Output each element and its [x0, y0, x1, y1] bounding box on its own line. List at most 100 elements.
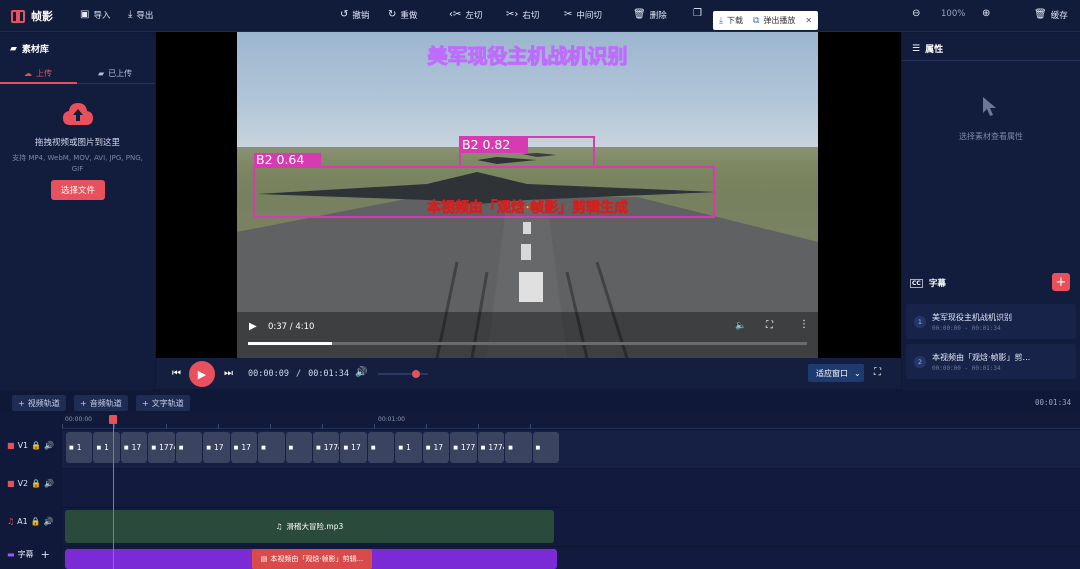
video-clip-label: 17	[351, 443, 361, 452]
video-camera-icon: ■	[7, 440, 15, 450]
fullscreen-icon[interactable]: ⛶	[874, 367, 881, 378]
video-clip-icon: ■	[288, 444, 294, 451]
copy-icon: ❐	[693, 8, 702, 19]
music-note-icon: ♫	[275, 522, 283, 531]
add-text-track-button[interactable]: + 文字轨道	[136, 395, 190, 411]
video-clip[interactable]: ■ 177	[450, 432, 477, 463]
track-v2[interactable]	[62, 469, 1080, 507]
native-progress-track[interactable]	[248, 342, 807, 345]
video-clip-icon: ■	[69, 444, 74, 451]
cut-right-button[interactable]: ✂› 右切	[506, 9, 539, 22]
track-v1[interactable]: ■1■1■17■1774■■17■17■■■1774679■17■■1■17■1…	[62, 430, 1080, 468]
fit-select[interactable]: 适应窗口 ⌄	[808, 364, 864, 382]
volume-knob[interactable]	[411, 370, 420, 378]
timeline-duration: 00:01:34	[1035, 398, 1072, 407]
properties-title: ☰ 属性	[912, 43, 944, 56]
subtitle-clip[interactable]: ▤ 本视频由「观焓·帧影」剪辑...	[252, 549, 372, 569]
lock-icon[interactable]: 🔒	[31, 479, 41, 488]
video-clip[interactable]: ■	[258, 432, 285, 463]
play-button[interactable]: ▶	[189, 361, 215, 387]
tab-upload[interactable]: ☁ 上传	[24, 68, 52, 79]
import-button[interactable]: ▣ 导入	[80, 9, 110, 22]
video-clip[interactable]: ■ 1	[93, 432, 120, 463]
close-icon[interactable]: ✕	[805, 16, 812, 25]
export-button[interactable]: ⤓ 导出	[128, 9, 153, 22]
subtitle-text: 美军现役主机战机识别	[932, 313, 1012, 322]
native-more-icon[interactable]: ⋮	[799, 319, 809, 330]
skip-forward-icon[interactable]: ⏭	[224, 368, 233, 379]
zoom-out-icon: ⊖	[912, 8, 921, 19]
track-subtitle[interactable]: ▤ 本视频由「观焓·帧影」剪辑...	[62, 547, 1080, 569]
select-file-button[interactable]: 选择文件	[51, 180, 105, 200]
add-subtitle-track-icon[interactable]: +	[41, 548, 50, 561]
native-play-icon[interactable]: ▶	[249, 321, 257, 332]
video-clip[interactable]: ■ 17	[203, 432, 230, 463]
video-clip[interactable]: ■	[505, 432, 532, 463]
supported-formats: 支持 MP4, WebM, MOV, AVI, JPG, PNG, GIF	[12, 154, 143, 173]
copy-button[interactable]: ❐	[693, 9, 702, 19]
volume-icon[interactable]: 🔊	[44, 441, 54, 450]
ruler-ticks	[62, 424, 542, 429]
redo-button[interactable]: ↻ 重做	[388, 9, 417, 22]
cloud-icon: ☁	[24, 69, 32, 78]
video-clip[interactable]: ■	[285, 432, 312, 463]
tab-uploaded[interactable]: ▰ 已上传	[98, 68, 132, 79]
video-clip[interactable]: ■	[367, 432, 395, 463]
video-clip[interactable]: ■ 17	[422, 432, 450, 463]
volume-slider[interactable]	[378, 370, 428, 378]
delete-button[interactable]: 🗑 删除	[633, 9, 667, 22]
video-clip[interactable]: ■1774679	[313, 432, 340, 463]
cut-left-icon: ‹✂	[449, 9, 462, 20]
lock-icon[interactable]: 🔒	[31, 517, 41, 526]
video-clip[interactable]: ■	[532, 432, 559, 463]
cut-left-button[interactable]: ‹✂ 左切	[449, 9, 482, 22]
add-video-track-button[interactable]: + 视频轨道	[12, 395, 66, 411]
timeline-tracks: 00:00:00 00:01:00 ■1■1■17■1774■■17■17■■■…	[62, 413, 1080, 569]
video-clip[interactable]: ■ 1	[395, 432, 422, 463]
video-clip[interactable]: ■	[175, 432, 203, 463]
subtitle-index: 2	[914, 356, 926, 368]
zoom-out-button[interactable]: ⊖	[912, 9, 920, 19]
track-a1[interactable]: ♫ 滑稽大冒险.mp3	[62, 508, 1080, 546]
cut-middle-button[interactable]: ✂ 中间切	[564, 9, 602, 22]
volume-icon[interactable]: 🔊	[355, 367, 367, 378]
video-clip-icon: ■	[178, 444, 184, 451]
total-time: 00:01:34	[308, 369, 350, 379]
save-cache-button[interactable]: 🗑 缓存	[1034, 9, 1068, 22]
video-clip[interactable]: ■ 17	[230, 432, 258, 463]
video-clip[interactable]: ■ 17	[340, 432, 367, 463]
video-clip[interactable]: ■17746	[477, 432, 505, 463]
add-audio-track-button[interactable]: + 音频轨道	[74, 395, 128, 411]
video-clip[interactable]: ■ 17	[120, 432, 148, 463]
plus-icon: +	[80, 398, 87, 408]
video-clip-icon: ■	[535, 444, 541, 451]
trash-icon: 🗑	[633, 9, 646, 20]
redo-icon: ↻	[388, 9, 397, 20]
playhead-line[interactable]	[113, 421, 114, 569]
undo-button[interactable]: ↺ 撤销	[340, 9, 369, 22]
plus-icon: +	[1055, 274, 1067, 290]
video-clip[interactable]: ■ 1	[66, 432, 93, 463]
video-frame[interactable]: B2 0.64 B2 0.82 美军现役主机战机识别 本视频由「观焓·帧影」剪辑…	[237, 32, 818, 358]
subtitle-item[interactable]: 1 美军现役主机战机识别 00:00:00 - 00:01:34	[906, 304, 1076, 339]
lock-icon[interactable]: 🔒	[31, 441, 41, 450]
video-clip-label: 17	[433, 443, 444, 452]
volume-icon[interactable]: 🔊	[44, 479, 54, 488]
scissors-icon: ✂	[564, 9, 573, 20]
subtitle-item[interactable]: 2 本视频由「观焓·帧影」剪... 00:00:00 - 00:01:34	[906, 344, 1076, 379]
add-subtitle-button[interactable]: +	[1052, 273, 1070, 291]
download-link[interactable]: 下载	[727, 15, 743, 26]
subtitle-index: 1	[914, 316, 926, 328]
skip-back-icon[interactable]: ⏮	[172, 368, 181, 379]
video-clip-icon: ■	[151, 444, 157, 451]
zoom-in-button[interactable]: ⊕	[982, 9, 990, 19]
native-mute-icon[interactable]: 🔈	[735, 321, 746, 331]
timeline-ruler[interactable]: 00:00:00 00:01:00	[62, 413, 1080, 429]
audio-clip[interactable]: ♫ 滑稽大冒险.mp3	[65, 510, 554, 543]
pop-play-link[interactable]: 弹出播放	[763, 15, 795, 26]
video-clip[interactable]: ■1774	[148, 432, 175, 463]
video-clip-label: 1774	[159, 443, 175, 452]
video-clip-label: 17	[213, 443, 224, 452]
native-fullscreen-icon[interactable]: ⛶	[766, 320, 773, 331]
volume-icon[interactable]: 🔊	[44, 517, 54, 526]
